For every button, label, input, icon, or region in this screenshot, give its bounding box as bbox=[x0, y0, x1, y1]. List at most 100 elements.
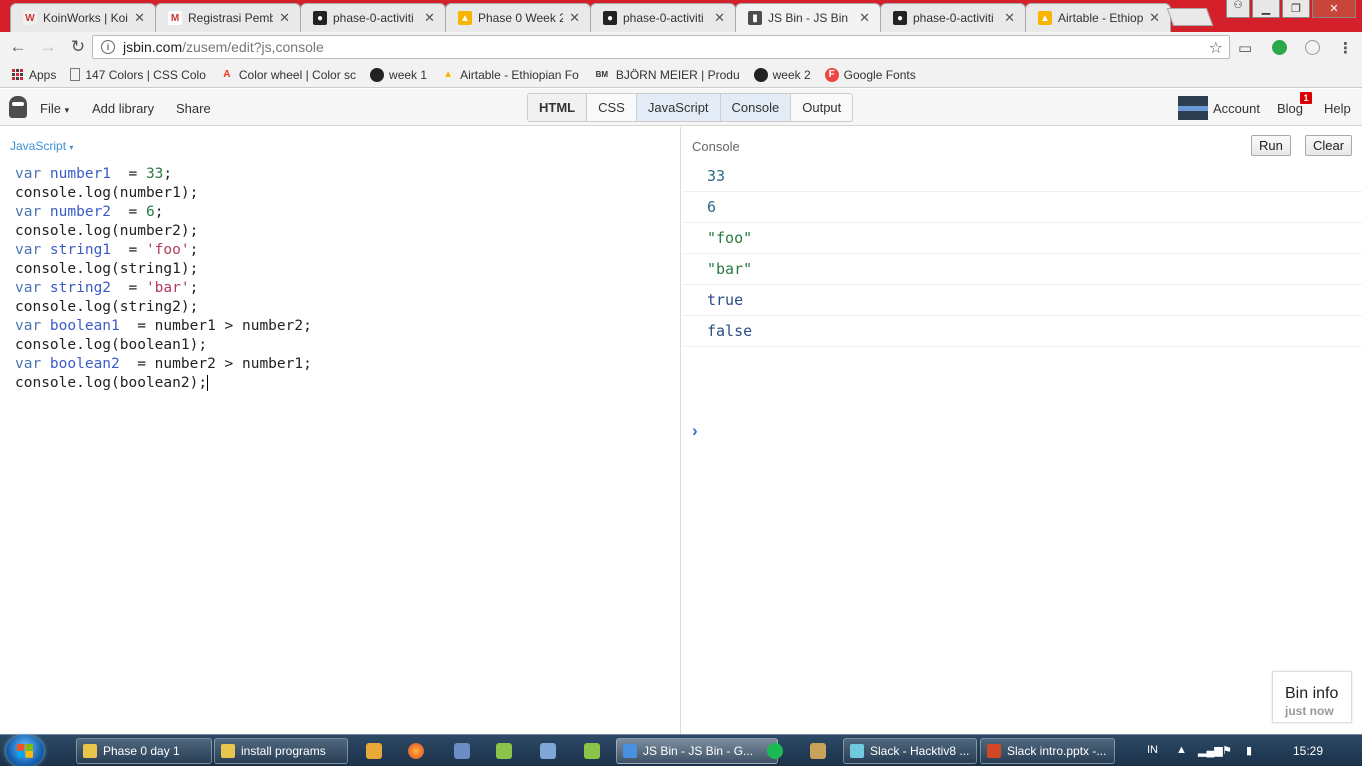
bookmark-label: Airtable - Ethiopian Fo bbox=[460, 67, 579, 82]
bookmark-item[interactable]: Apps bbox=[10, 68, 56, 82]
taskbar-item[interactable]: Phase 0 day 1 bbox=[76, 738, 212, 764]
close-tab-icon[interactable]: ✕ bbox=[1149, 10, 1160, 26]
code-line: console.log(number1); bbox=[15, 184, 312, 203]
site-info-icon[interactable]: i bbox=[101, 40, 115, 54]
panel-toggle-html[interactable]: HTML bbox=[528, 94, 588, 121]
close-tab-icon[interactable]: ✕ bbox=[714, 10, 725, 26]
evernote-icon[interactable] bbox=[496, 743, 512, 759]
code-token: console.log(number1); bbox=[15, 185, 199, 201]
close-tab-icon[interactable]: ✕ bbox=[134, 10, 145, 26]
panel-toggle-css[interactable]: CSS bbox=[587, 94, 637, 121]
clear-button[interactable]: Clear bbox=[1305, 135, 1353, 156]
tray-expand-icon[interactable]: ▲ bbox=[1176, 744, 1187, 756]
console-output-row: 33 bbox=[682, 161, 1362, 192]
console-panel: Console Run Clear 33 6 "foo" "bar" true false… bbox=[682, 127, 1362, 734]
forward-arrow-icon[interactable]: → bbox=[36, 35, 60, 59]
bookmark-item[interactable]: BM BJÖRN MEIER | Produ bbox=[593, 68, 740, 82]
reload-icon[interactable]: ↻ bbox=[66, 35, 90, 59]
close-tab-icon[interactable]: ✕ bbox=[859, 10, 870, 26]
taskbar-app-icon bbox=[83, 744, 97, 758]
browser-tab[interactable]: ▲ Airtable - Ethiop ✕ bbox=[1025, 3, 1171, 32]
minimize-icon[interactable]: ▁ bbox=[1252, 0, 1280, 18]
close-tab-icon[interactable]: ✕ bbox=[279, 10, 290, 26]
profile-button[interactable]: ⚇ bbox=[1226, 0, 1250, 18]
new-tab-button[interactable] bbox=[1166, 8, 1214, 26]
firefox-icon[interactable] bbox=[408, 743, 424, 759]
run-button[interactable]: Run bbox=[1251, 135, 1291, 156]
bin-info-button[interactable]: Bin info just now bbox=[1272, 671, 1352, 723]
browser-tab[interactable]: ▲ Phase 0 Week 2 ✕ bbox=[445, 3, 591, 32]
bookmark-item[interactable]: 147 Colors | CSS Colo bbox=[70, 68, 206, 82]
console-prompt-input[interactable]: › bbox=[692, 421, 698, 441]
clock[interactable]: 15:29 bbox=[1293, 744, 1323, 758]
bookmark-label: 147 Colors | CSS Colo bbox=[85, 67, 206, 82]
editor-language-selector[interactable]: JavaScript ▾ bbox=[10, 139, 73, 153]
console-output-row: "foo" bbox=[682, 223, 1362, 254]
jsbin-logo-icon[interactable] bbox=[9, 96, 27, 118]
menu-dots-icon[interactable]: ⋮ bbox=[1338, 39, 1353, 57]
bookmark-item[interactable]: week 1 bbox=[370, 67, 427, 82]
back-arrow-icon[interactable]: ← bbox=[6, 35, 30, 59]
share-menu[interactable]: Share bbox=[176, 101, 211, 116]
avatar[interactable] bbox=[1178, 96, 1208, 120]
taskbar-item[interactable]: Slack - Hacktiv8 ... bbox=[843, 738, 977, 764]
bookmark-label: Apps bbox=[29, 67, 57, 82]
extension-circle-icon[interactable] bbox=[1305, 40, 1320, 55]
code-editor[interactable]: var number1 = 33; console.log(number1); va… bbox=[15, 165, 312, 393]
code-token: var bbox=[15, 204, 50, 220]
code-token: = bbox=[111, 204, 146, 220]
bookmark-item[interactable]: F Google Fonts bbox=[824, 67, 916, 82]
panel-toggle-output[interactable]: Output bbox=[791, 94, 852, 121]
start-button-icon[interactable] bbox=[6, 735, 44, 766]
panel-toggle-console[interactable]: Console bbox=[720, 94, 792, 121]
code-token: var bbox=[15, 280, 50, 296]
spotify-icon[interactable] bbox=[767, 743, 783, 759]
panel-toggle-javascript[interactable]: JavaScript bbox=[636, 94, 721, 121]
koinworks-icon: W bbox=[23, 11, 37, 25]
maximize-icon[interactable]: ❐ bbox=[1282, 0, 1310, 18]
account-link[interactable]: Account bbox=[1213, 101, 1260, 116]
language-indicator[interactable]: IN bbox=[1147, 744, 1158, 756]
android-icon[interactable] bbox=[584, 743, 600, 759]
bookmark-item[interactable]: A Color wheel | Color sc bbox=[220, 68, 356, 82]
bookmarks-bar: Apps 147 Colors | CSS Colo A Color wheel | … bbox=[0, 62, 1362, 88]
url-input[interactable]: i jsbin.com/zusem/edit?js,console ☆ bbox=[92, 35, 1230, 59]
keyboard-icon[interactable] bbox=[540, 743, 556, 759]
close-tab-icon[interactable]: ✕ bbox=[1004, 10, 1015, 26]
close-window-icon[interactable]: ✕ bbox=[1312, 0, 1356, 18]
gmail-icon: M bbox=[168, 11, 182, 25]
taskbar-app-icon bbox=[221, 744, 235, 758]
action-center-flag-icon[interactable]: ⚑ bbox=[1222, 744, 1232, 757]
app-icon[interactable] bbox=[810, 743, 826, 759]
power-icon[interactable]: ▮ bbox=[1246, 744, 1252, 757]
browser-tab[interactable]: ● phase-0-activiti ✕ bbox=[880, 3, 1026, 32]
browser-tab[interactable]: ● phase-0-activiti ✕ bbox=[300, 3, 446, 32]
blog-notification-badge: 1 bbox=[1300, 92, 1312, 104]
quicklaunch-tool-icon[interactable] bbox=[366, 743, 382, 759]
console-output-row: true bbox=[682, 285, 1362, 316]
editor-language-label: JavaScript bbox=[10, 139, 67, 153]
bookmark-star-icon[interactable]: ☆ bbox=[1209, 38, 1223, 58]
browser-tab[interactable]: ● phase-0-activiti ✕ bbox=[590, 3, 736, 32]
bookmark-item[interactable]: ▲ Airtable - Ethiopian Fo bbox=[441, 68, 579, 82]
taskbar-item-label: Slack - Hacktiv8 ... bbox=[870, 744, 970, 758]
code-token: 'bar' bbox=[145, 280, 190, 296]
taskbar-item[interactable]: Slack intro.pptx -... bbox=[980, 738, 1115, 764]
browser-tab[interactable]: M Registrasi Pemb ✕ bbox=[155, 3, 301, 32]
browser-tab[interactable]: W KoinWorks | Koi ✕ bbox=[10, 3, 156, 32]
cast-icon[interactable]: ▭ bbox=[1238, 39, 1252, 57]
app-launcher-icon[interactable] bbox=[454, 743, 470, 759]
network-signal-icon[interactable]: ▂▄▆ bbox=[1198, 744, 1223, 757]
bookmark-item[interactable]: week 2 bbox=[753, 67, 811, 82]
close-tab-icon[interactable]: ✕ bbox=[569, 10, 580, 26]
extension-green-icon[interactable] bbox=[1272, 40, 1287, 55]
taskbar-item[interactable]: JS Bin - JS Bin - G... bbox=[616, 738, 778, 764]
help-link[interactable]: Help bbox=[1324, 101, 1351, 116]
browser-tab[interactable]: ▮ JS Bin - JS Bin ✕ bbox=[735, 3, 881, 32]
taskbar-item[interactable]: install programs bbox=[214, 738, 348, 764]
page-icon bbox=[70, 68, 81, 81]
file-menu[interactable]: File ▾ bbox=[40, 101, 69, 116]
add-library-menu[interactable]: Add library bbox=[92, 101, 154, 116]
close-tab-icon[interactable]: ✕ bbox=[424, 10, 435, 26]
code-line: var number1 = 33; bbox=[15, 165, 312, 184]
